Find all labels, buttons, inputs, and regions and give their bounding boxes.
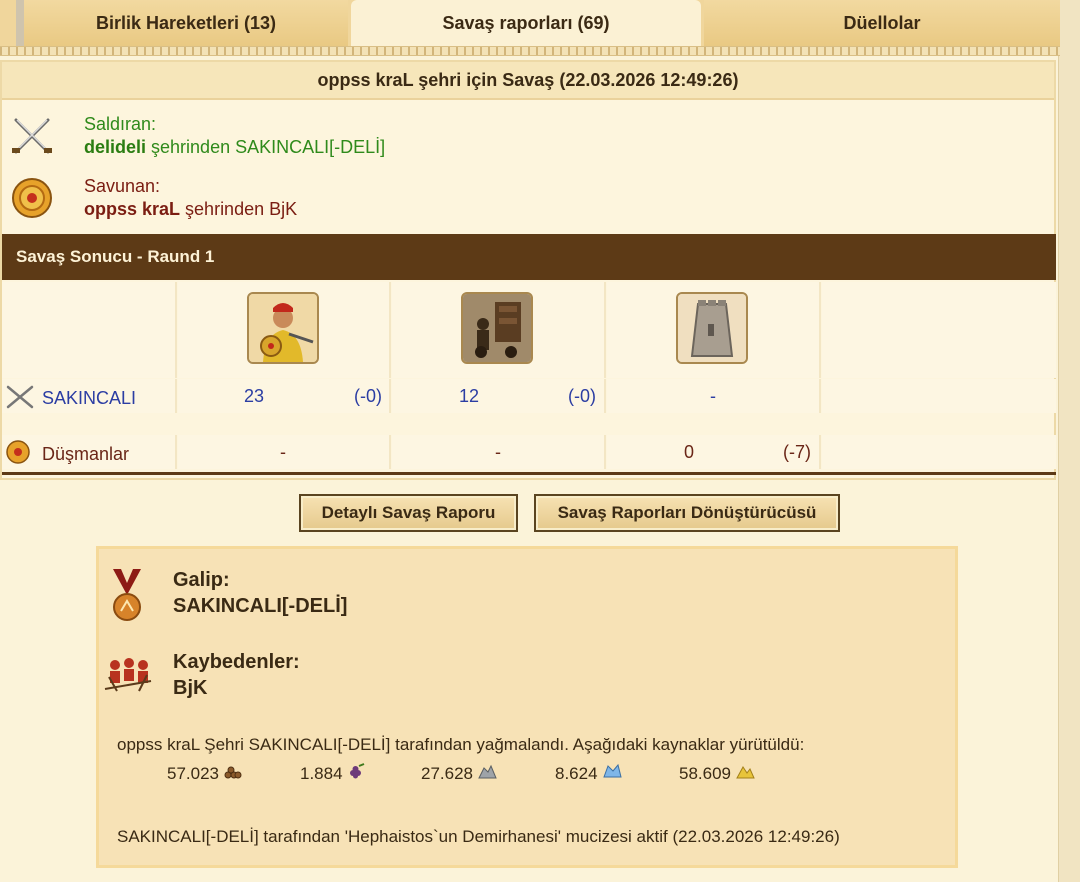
wood-icon	[223, 763, 243, 784]
table-header-unit3	[607, 282, 821, 378]
defender-info: Savunan: oppss kraL şehrinden BjK	[2, 174, 1056, 224]
defender-unit3-cell: 0 (-7)	[607, 435, 821, 469]
winner-name[interactable]: SAKINCALI[-DELİ]	[173, 595, 347, 618]
defender-row-blank	[822, 435, 1056, 469]
defender-city-text: şehrinden BjK	[185, 199, 298, 219]
table-header-blank-right	[822, 282, 1056, 378]
shield-small-icon	[4, 439, 36, 470]
attacker-row-name[interactable]: SAKINCALI	[42, 388, 136, 409]
losers-name[interactable]: BjK	[173, 677, 207, 700]
resource-wood-value: 57.023	[167, 763, 219, 783]
attacker-unit1-count: 23	[244, 386, 265, 406]
table-header-blank	[2, 282, 177, 378]
defender-row-label: Düşmanlar	[4, 439, 129, 470]
decorative-border	[0, 46, 1060, 56]
attacker-row-label-cell: SAKINCALI	[2, 379, 177, 413]
crystal-icon	[602, 763, 622, 784]
tab-duels[interactable]: Düellolar	[704, 0, 1060, 46]
attacker-row-blank	[822, 379, 1056, 413]
resource-marble-value: 27.628	[421, 763, 473, 783]
attacker-unit1-cell: 23 (-0)	[178, 379, 391, 413]
attacker-info: Saldıran: delideli şehrinden SAKINCALI[-…	[2, 112, 1056, 162]
attacker-label: Saldıran:	[84, 114, 157, 134]
resource-wine-value: 1.884	[300, 763, 343, 783]
defender-player-link[interactable]: oppss kraL	[84, 199, 180, 219]
losers-label: Kaybedenler:	[173, 651, 300, 673]
defender-origin: oppss kraL şehrinden BjK	[84, 199, 297, 220]
report-title: oppss kraL şehri için Savaş (22.03.2026 …	[2, 62, 1054, 100]
combat-report-panel: oppss kraL şehri için Savaş (22.03.2026 …	[0, 60, 1056, 480]
defender-unit3-count: 0	[684, 442, 695, 462]
report-converter-button[interactable]: Savaş Raporları Dönüştürücüsü	[534, 494, 840, 532]
defender-unit2-value: -	[495, 442, 501, 462]
defender-unit2-cell: -	[392, 435, 606, 469]
tab-bar-edge	[16, 0, 24, 48]
attacker-unit1-loss: (-0)	[354, 386, 382, 406]
wonder-active-text: SAKINCALI[-DELİ] tarafından 'Hephaistos`…	[117, 827, 840, 846]
crossed-swords-icon	[8, 114, 56, 158]
defender-row-name: Düşmanlar	[42, 444, 130, 464]
round-result-header: Savaş Sonucu - Raund 1	[2, 234, 1056, 280]
table-header-unit1	[178, 282, 391, 378]
attacker-unit3-value: -	[710, 386, 716, 406]
resource-wine: 1.884	[300, 763, 367, 784]
resource-marble: 27.628	[421, 763, 497, 784]
attacker-unit2-cell: 12 (-0)	[392, 379, 606, 413]
resource-sulfur: 58.609	[679, 763, 755, 784]
wall-unit-icon[interactable]	[676, 292, 748, 364]
defender-unit1-cell: -	[178, 435, 391, 469]
attacker-player-link[interactable]: delideli	[84, 137, 146, 157]
tab-combat-reports[interactable]: Savaş raporları (69)	[351, 0, 701, 46]
crossed-swords-small-icon	[4, 383, 36, 414]
attacker-unit2-count: 12	[459, 386, 480, 406]
winner-label: Galip:	[173, 569, 230, 591]
attacker-unit3-cell: -	[607, 379, 821, 413]
marble-icon	[477, 763, 497, 784]
medal-icon	[109, 569, 145, 630]
hoplite-unit-icon[interactable]	[247, 292, 319, 364]
tab-bar: Birlik Hareketleri (13) Savaş raporları …	[0, 0, 1060, 48]
resource-sulfur-value: 58.609	[679, 763, 731, 783]
defender-unit1-value: -	[280, 442, 286, 462]
loot-text: oppss kraL Şehri SAKINCALI[-DELİ] tarafı…	[117, 735, 805, 754]
attacker-unit2-loss: (-0)	[568, 386, 596, 406]
fallen-soldiers-icon	[103, 653, 153, 698]
table-header-unit2	[392, 282, 606, 378]
resource-crystal-value: 8.624	[555, 763, 598, 783]
defender-row-label-cell: Düşmanlar	[2, 435, 177, 469]
table-bottom-divider	[2, 472, 1056, 475]
tab-troop-movements[interactable]: Birlik Hareketleri (13)	[24, 0, 348, 46]
defender-label: Savunan:	[84, 176, 161, 196]
shield-icon	[8, 176, 56, 220]
resource-wood: 57.023	[167, 763, 243, 784]
catapult-unit-icon[interactable]	[461, 292, 533, 364]
battle-summary: Galip: SAKINCALI[-DELİ] Kaybedenler: BjK…	[96, 546, 958, 868]
attacker-city-text: şehrinden SAKINCALI[-DELİ]	[151, 137, 386, 157]
right-scroll-strip	[1058, 0, 1080, 882]
detailed-report-button[interactable]: Detaylı Savaş Raporu	[299, 494, 518, 532]
wine-icon	[347, 763, 367, 784]
attacker-origin: delideli şehrinden SAKINCALI[-DELİ]	[84, 137, 385, 158]
resource-crystal: 8.624	[555, 763, 622, 784]
defender-unit3-loss: (-7)	[783, 442, 811, 462]
sulfur-icon	[735, 763, 755, 784]
attacker-row-label: SAKINCALI	[4, 383, 136, 414]
